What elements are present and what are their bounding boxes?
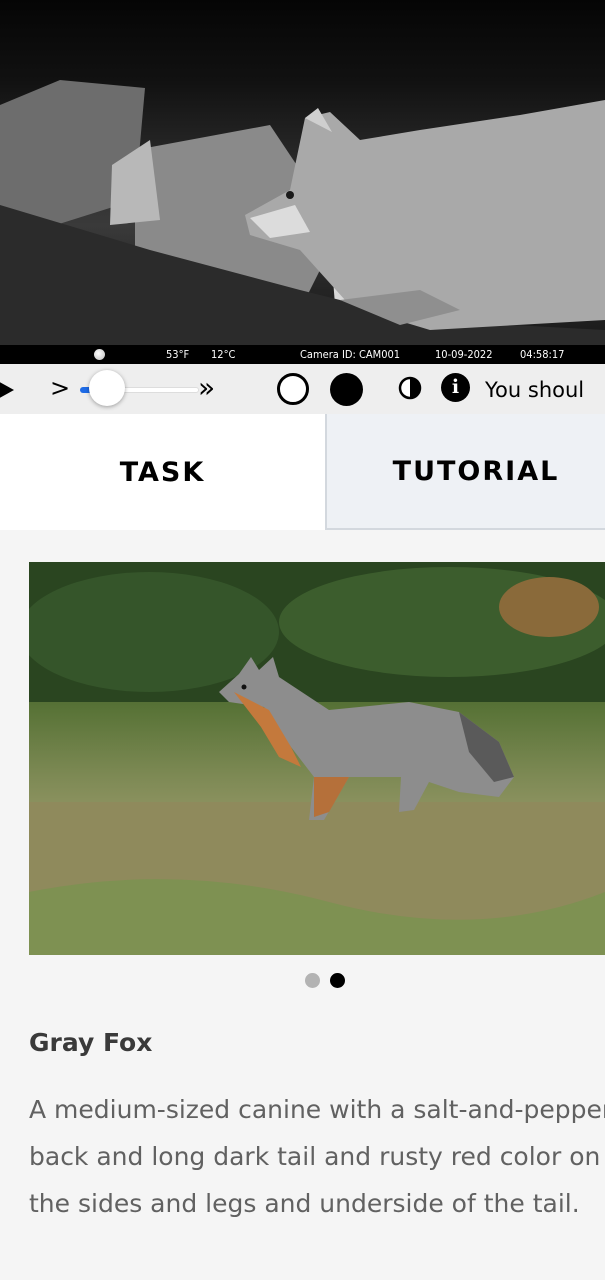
- temperature-f: 53°F: [166, 348, 190, 361]
- contrast-icon[interactable]: [398, 376, 422, 400]
- species-description: A medium-sized canine with a salt-and-pe…: [29, 1095, 605, 1218]
- fox-photo-scene: [29, 562, 605, 955]
- tab-tutorial[interactable]: TUTORIAL: [325, 414, 605, 530]
- speed-slider-thumb[interactable]: [89, 370, 125, 406]
- status-message: You shoul: [485, 378, 585, 402]
- carousel-dot-2[interactable]: [330, 973, 345, 988]
- fast-forward-icon[interactable]: »: [198, 374, 215, 402]
- camera-scene: [0, 80, 605, 364]
- play-icon[interactable]: [0, 379, 14, 401]
- carousel-dot-1[interactable]: [305, 973, 320, 988]
- camera-id: Camera ID: CAM001: [300, 348, 401, 361]
- species-reference-photo[interactable]: [29, 562, 605, 955]
- capture-date: 10-09-2022: [435, 348, 493, 361]
- filled-circle-icon[interactable]: [330, 373, 363, 406]
- camera-trap-image: 53°F 12°C Camera ID: CAM001 10-09-2022 0…: [0, 0, 605, 364]
- tab-bar: TASK TUTORIAL: [0, 414, 605, 530]
- camera-info-bar: 53°F 12°C Camera ID: CAM001 10-09-2022 0…: [0, 345, 605, 364]
- temperature-c: 12°C: [211, 348, 236, 361]
- moon-phase-icon: [94, 349, 105, 360]
- capture-time: 04:58:17: [520, 348, 565, 361]
- step-forward-icon[interactable]: >: [50, 375, 70, 401]
- species-name: Gray Fox: [29, 1028, 153, 1057]
- carousel-pagination: [305, 973, 345, 989]
- hollow-circle-icon[interactable]: [277, 373, 309, 405]
- player-controls: > » i You shoul: [0, 364, 605, 414]
- tab-task[interactable]: TASK: [0, 414, 325, 530]
- info-icon[interactable]: i: [441, 373, 470, 402]
